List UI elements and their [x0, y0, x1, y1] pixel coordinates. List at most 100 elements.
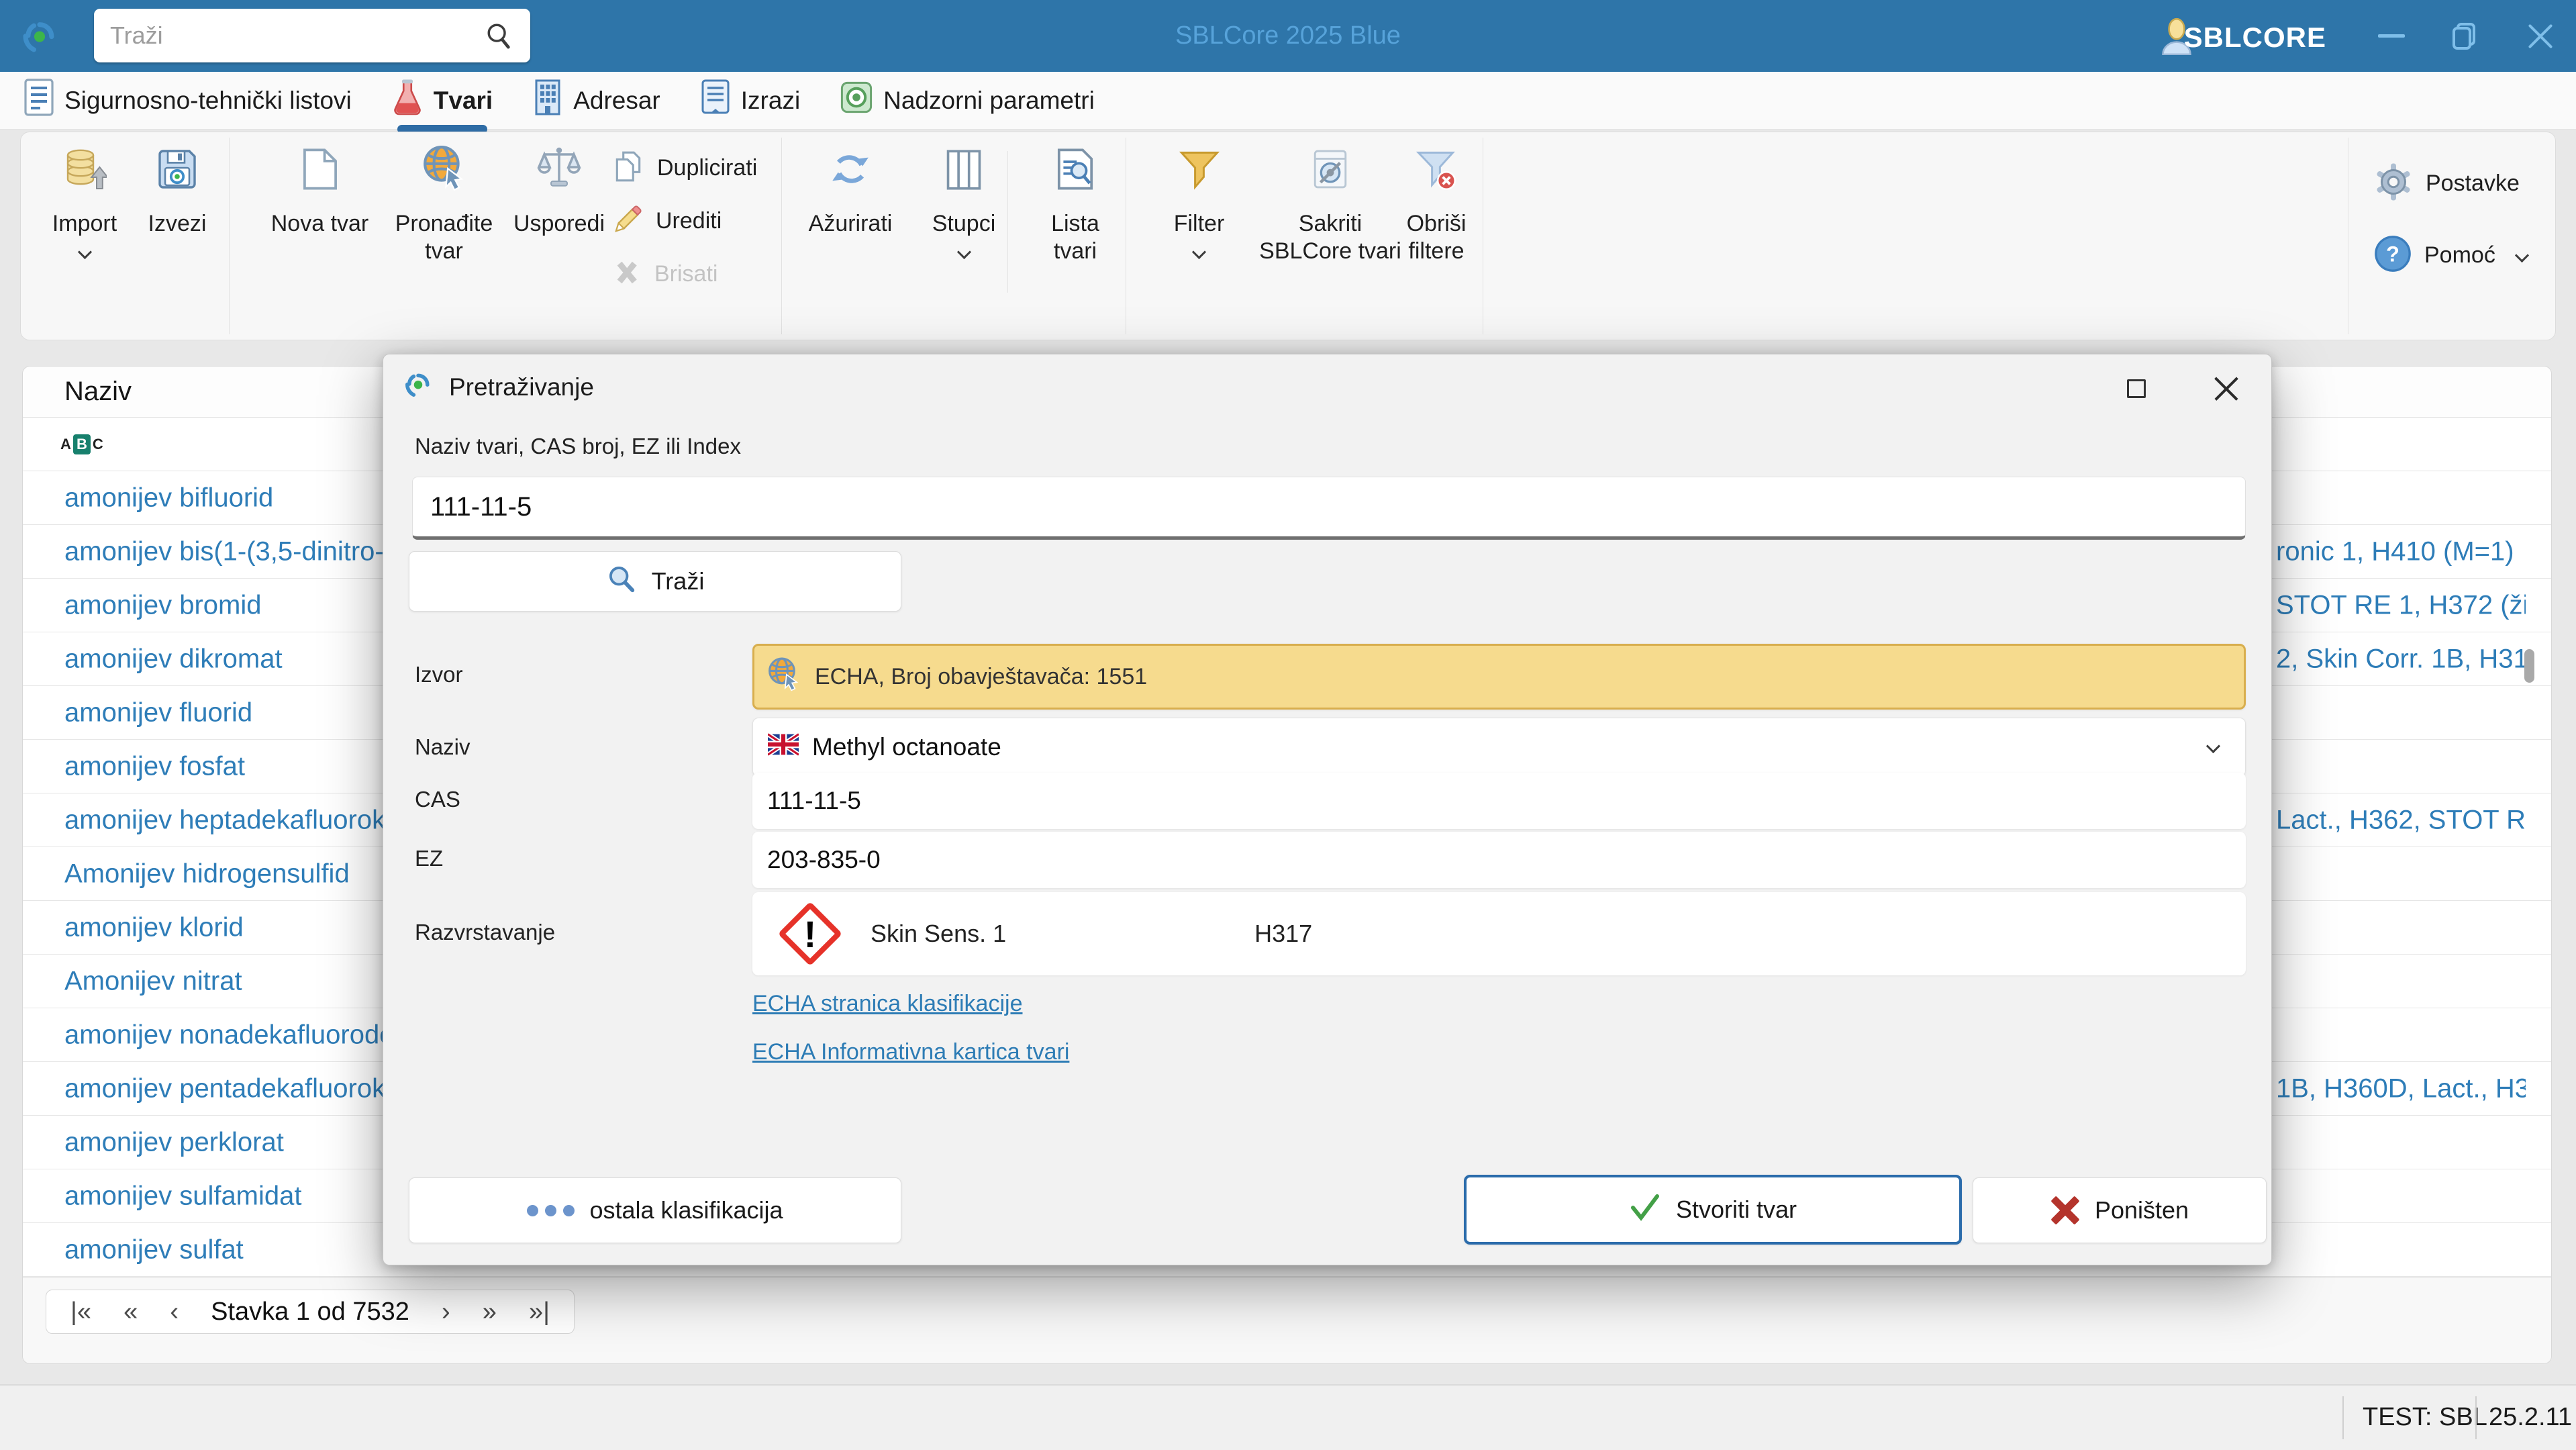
hide-sblcore-substances-button[interactable]: Sakriti SBLCore tvari — [1253, 143, 1407, 265]
echa-classification-link[interactable]: ECHA stranica klasifikacije — [752, 991, 1022, 1017]
tab-izrazi[interactable]: Izrazi — [701, 72, 800, 129]
settings-label: Postavke — [2426, 171, 2520, 196]
monitor-parameters-icon — [840, 81, 873, 119]
duplicate-button[interactable]: Duplicirati — [611, 150, 757, 187]
app-logo-icon — [19, 15, 60, 56]
pagination-label: Stavka 1 od 7532 — [211, 1297, 409, 1326]
refresh-button[interactable]: Ažurirati — [794, 143, 907, 238]
next-page-button[interactable]: › — [442, 1298, 450, 1326]
hidden-eye-icon — [1311, 143, 1350, 191]
status-separator — [2475, 1396, 2477, 1439]
create-substance-button[interactable]: Stvoriti tvar — [1464, 1175, 1962, 1245]
pagination-bar: |« « ‹ Stavka 1 od 7532 › » »| — [46, 1290, 575, 1334]
chevron-down-icon — [2206, 738, 2221, 754]
substance-name: amonijev dikromat — [64, 644, 283, 673]
name-dropdown[interactable]: Methyl octanoate — [752, 718, 2246, 777]
new-document-icon — [301, 143, 340, 191]
new-substance-button[interactable]: Nova tvar — [261, 143, 379, 238]
sds-document-icon — [24, 79, 54, 122]
substance-name: amonijev perklorat — [64, 1127, 284, 1157]
tab-label: Izrazi — [740, 86, 801, 114]
book-icon — [701, 79, 730, 122]
fast-prev-button[interactable]: « — [123, 1298, 138, 1326]
global-search-input[interactable]: Traži — [94, 9, 530, 62]
compare-button[interactable]: Usporedi — [499, 143, 620, 238]
dialog-title: Pretraživanje — [449, 373, 594, 401]
name-value: Methyl octanoate — [812, 733, 1001, 761]
substance-name: Amonijev hidrogensulfid — [64, 859, 350, 888]
classification-fragment: STOT RE 1, H372 (živ... — [2276, 590, 2526, 620]
help-button[interactable]: ? Pomoć — [2373, 234, 2529, 277]
other-classification-button[interactable]: ostala klasifikacija — [409, 1177, 901, 1243]
substance-name: amonijev klorid — [64, 912, 244, 942]
restore-button[interactable] — [2434, 0, 2494, 72]
fast-next-button[interactable]: » — [483, 1298, 497, 1326]
echa-infocard-link[interactable]: ECHA Informativna kartica tvari — [752, 1039, 1069, 1065]
statusbar: TEST: SBL 25.2.11 — [0, 1384, 2576, 1450]
last-page-button[interactable]: »| — [529, 1298, 550, 1326]
substance-search-input[interactable] — [412, 477, 2246, 540]
tab-sigurnosno-tehnicki-listovi[interactable]: Sigurnosno-tehnički listovi — [24, 72, 352, 129]
flask-icon — [392, 78, 423, 123]
substance-name: amonijev fluorid — [64, 697, 253, 727]
classification-fragment: ronic 1, H410 (M=1) — [2276, 536, 2514, 566]
clear-filters-button[interactable]: Obriši filtere — [1393, 143, 1480, 265]
table-footer: |« « ‹ Stavka 1 od 7532 › » »| — [23, 1277, 2551, 1363]
search-icon[interactable] — [483, 20, 514, 51]
tab-label: Tvari — [433, 86, 493, 114]
source-label: Izvor — [415, 662, 463, 687]
classification-label: Razvrstavanje — [415, 920, 556, 945]
vertical-scrollbar[interactable] — [2522, 378, 2537, 1345]
import-button[interactable]: Import — [41, 143, 128, 259]
tab-nadzorni-parametri[interactable]: Nadzorni parametri — [840, 72, 1095, 129]
edit-button[interactable]: Urediti — [611, 203, 722, 239]
tab-adresar[interactable]: Adresar — [533, 72, 660, 129]
refresh-icon — [828, 143, 873, 191]
find-substance-button[interactable]: Pronađite tvar — [375, 143, 513, 265]
export-button[interactable]: Izvezi — [134, 143, 221, 238]
scrollbar-thumb[interactable] — [2524, 649, 2534, 683]
prev-page-button[interactable]: ‹ — [170, 1298, 179, 1326]
settings-button[interactable]: Postavke — [2373, 162, 2520, 205]
columns-button[interactable]: Stupci — [913, 143, 1014, 259]
check-icon — [1629, 1193, 1661, 1227]
substance-name: Amonijev nitrat — [64, 966, 242, 996]
cancel-button[interactable]: Poništen — [1973, 1177, 2267, 1243]
dialog-search-button[interactable]: Traži — [409, 551, 901, 612]
account-button[interactable]: SBLCORE — [2184, 21, 2326, 54]
columns-icon — [944, 143, 983, 191]
compare-label: Usporedi — [513, 211, 605, 236]
export-label: Izvezi — [148, 211, 207, 236]
delete-x-icon — [611, 257, 642, 291]
dialog-close-button[interactable] — [2210, 372, 2243, 405]
document-magnifier-icon — [1056, 143, 1095, 191]
dots-icon — [527, 1204, 575, 1216]
refresh-label: Ažurirati — [808, 211, 893, 236]
search-field-label: Naziv tvari, CAS broj, EZ ili Index — [415, 434, 741, 458]
ez-value: 203-835-0 — [752, 832, 2246, 888]
new-substance-label: Nova tvar — [270, 211, 369, 236]
text-filter-icon: ABC — [60, 434, 103, 454]
database-import-icon — [62, 143, 107, 191]
status-separator — [2342, 1396, 2344, 1439]
classification-fragment: 1B, H360D, Lact., H3... — [2276, 1073, 2526, 1103]
ghs07-exclamation-pictogram: ! — [771, 895, 849, 973]
ribbon: Import Izvezi Datoteke Nova tvar Pronađi… — [20, 132, 2556, 461]
filter-button[interactable]: Filter — [1154, 143, 1244, 259]
edit-label: Urediti — [656, 208, 722, 234]
name-label: Naziv — [415, 734, 470, 759]
classification-fragment: Lact., H362, STOT R... — [2276, 805, 2526, 834]
tab-tvari[interactable]: Tvari — [392, 72, 493, 129]
globe-search-icon — [421, 143, 468, 191]
duplicate-label: Duplicirati — [657, 155, 758, 181]
window-title: SBLCore 2025 Blue — [1175, 21, 1401, 50]
dialog-maximize-button[interactable] — [2121, 373, 2152, 404]
first-page-button[interactable]: |« — [70, 1298, 91, 1326]
delete-button[interactable]: Brisati — [611, 257, 717, 291]
close-button[interactable] — [2510, 0, 2571, 72]
svg-text:?: ? — [2386, 242, 2399, 267]
substance-list-button[interactable]: Lista tvari — [1032, 143, 1119, 265]
tab-label: Sigurnosno-tehnički listovi — [64, 86, 352, 114]
cancel-label: Poništen — [2094, 1196, 2189, 1224]
minimize-button[interactable] — [2361, 0, 2422, 72]
